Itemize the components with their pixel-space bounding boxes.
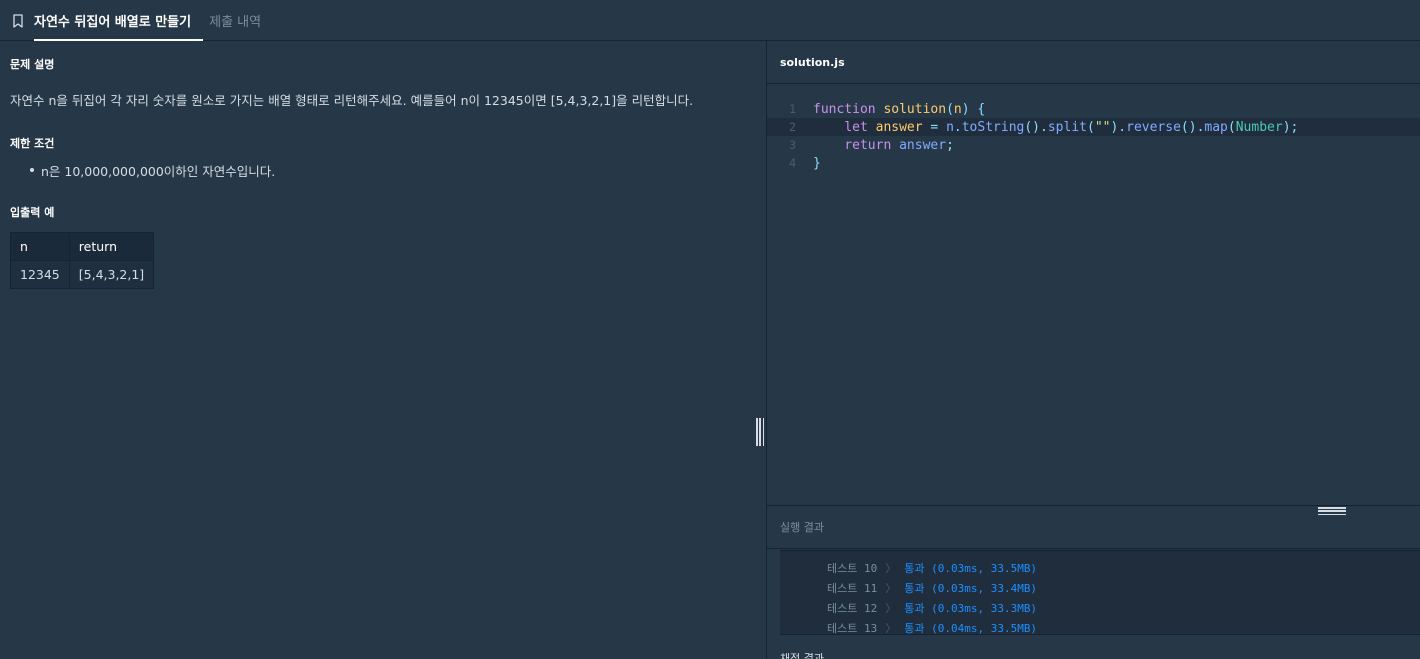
result-title: 실행 결과 — [780, 521, 824, 534]
code-line[interactable]: 4 } — [767, 154, 1420, 172]
vertical-resize-handle[interactable] — [756, 418, 764, 446]
io-example-table: n return 12345 [5,4,3,2,1] — [10, 232, 155, 289]
table-header-row: n return — [10, 232, 155, 261]
bookmark-icon[interactable] — [10, 13, 26, 29]
result-header: 실행 결과 — [767, 506, 1420, 549]
line-number: 3 — [789, 138, 796, 152]
description-title: 문제 설명 — [10, 58, 55, 71]
result-status: 통과 (0.03ms, 33.5MB) — [904, 562, 1038, 575]
result-status: 통과 (0.04ms, 33.5MB) — [904, 622, 1038, 635]
code-text[interactable]: let answer = n.toString().split("").reve… — [797, 120, 1298, 135]
code-text[interactable]: return answer; — [797, 138, 954, 153]
chevron-right-icon: 〉 — [885, 622, 897, 635]
result-row: 테스트 12 〉 통과 (0.03ms, 33.3MB) — [780, 598, 1420, 618]
editor-panel: solution.js 1 function solution(n) { 2 l… — [767, 41, 1420, 659]
code-text[interactable]: function solution(n) { — [797, 102, 985, 117]
table-cell-return: [5,4,3,2,1] — [68, 260, 155, 289]
result-status: 통과 (0.03ms, 33.4MB) — [904, 582, 1038, 595]
code-text[interactable]: } — [797, 156, 821, 171]
editor-filename: solution.js — [780, 55, 845, 69]
constraints-list: n은 10,000,000,000이하인 자연수입니다. — [30, 161, 756, 180]
result-test-label: 테스트 12 — [827, 602, 878, 615]
table-header-n: n — [10, 232, 70, 261]
line-number: 4 — [789, 156, 796, 170]
result-status: 통과 (0.03ms, 33.3MB) — [904, 602, 1038, 615]
tab-submissions-label: 제출 내역 — [209, 15, 262, 30]
grading-result-title: 채점 결과 — [780, 653, 824, 659]
tab-problem[interactable]: 자연수 뒤집어 배열로 만들기 — [0, 0, 204, 41]
chevron-right-icon: 〉 — [885, 562, 897, 575]
problem-panel: 문제 설명 자연수 n을 뒤집어 각 자리 숫자를 원소로 가지는 배열 형태로… — [0, 41, 766, 659]
code-editor[interactable]: 1 function solution(n) { 2 let answer = … — [767, 100, 1420, 172]
result-test-label: 테스트 10 — [827, 562, 878, 575]
result-test-label: 테스트 13 — [827, 622, 878, 635]
table-cell-n: 12345 — [10, 260, 70, 289]
problem-description: 자연수 n을 뒤집어 각 자리 숫자를 원소로 가지는 배열 형태로 리턴해주세… — [10, 93, 694, 108]
chevron-right-icon: 〉 — [885, 582, 897, 595]
tab-problem-label: 자연수 뒤집어 배열로 만들기 — [34, 15, 192, 30]
chevron-right-icon: 〉 — [885, 602, 897, 615]
constraints-title: 제한 조건 — [10, 137, 55, 150]
tab-submissions[interactable]: 제출 내역 — [203, 0, 267, 41]
code-line-active[interactable]: 2 let answer = n.toString().split("").re… — [767, 118, 1420, 136]
table-header-return: return — [68, 232, 155, 261]
code-line[interactable]: 3 return answer; — [767, 136, 1420, 154]
editor-file-tab[interactable]: solution.js — [767, 41, 1420, 84]
io-title: 입출력 예 — [10, 206, 55, 219]
line-number: 1 — [789, 102, 796, 116]
tab-bar: 자연수 뒤집어 배열로 만들기 제출 내역 — [0, 0, 1420, 41]
constraint-item: n은 10,000,000,000이하인 자연수입니다. — [30, 161, 756, 180]
result-row: 테스트 10 〉 통과 (0.03ms, 33.5MB) — [780, 558, 1420, 578]
result-output[interactable]: 테스트 10 〉 통과 (0.03ms, 33.5MB) 테스트 11 〉 통과 (0.… — [780, 550, 1420, 635]
table-row: 12345 [5,4,3,2,1] — [10, 260, 155, 289]
code-line[interactable]: 1 function solution(n) { — [767, 100, 1420, 118]
result-row: 테스트 11 〉 통과 (0.03ms, 33.4MB) — [780, 578, 1420, 598]
result-row: 테스트 13 〉 통과 (0.04ms, 33.5MB) — [780, 618, 1420, 635]
result-test-label: 테스트 11 — [827, 582, 878, 595]
line-number: 2 — [789, 120, 796, 134]
